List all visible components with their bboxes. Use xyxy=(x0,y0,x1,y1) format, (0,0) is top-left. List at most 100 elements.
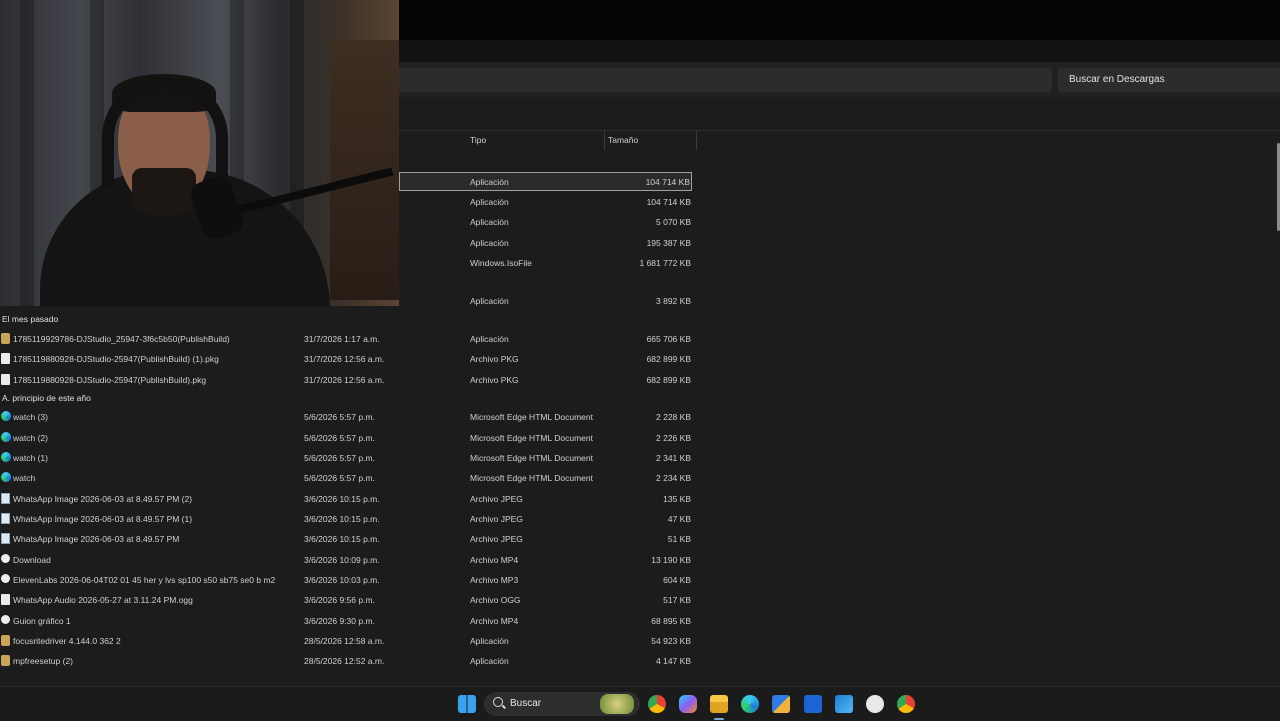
path-field[interactable] xyxy=(392,68,1052,92)
file-size: 51 KB xyxy=(667,534,691,544)
file-size: 104 714 KB xyxy=(645,177,690,187)
headphones xyxy=(102,78,228,188)
file-size: 4 147 KB xyxy=(656,656,691,666)
taskbar-search-label: Buscar xyxy=(510,698,542,709)
file-type: Microsoft Edge HTML Document xyxy=(470,473,593,483)
file-type: Aplicación xyxy=(470,197,509,207)
file-size: 135 KB xyxy=(663,494,691,504)
file-icon xyxy=(1,353,10,364)
group-header-last-month[interactable]: El mes pasado xyxy=(2,314,58,324)
edge-icon xyxy=(1,452,11,462)
file-type: Microsoft Edge HTML Document xyxy=(470,412,593,422)
image-icon xyxy=(1,493,10,504)
file-date: 3/6/2026 9:30 p.m. xyxy=(304,616,375,626)
file-type: Windows.IsoFile xyxy=(470,258,532,268)
table-row[interactable]: Guion gráfico 1 3/6/2026 9:30 p.m. Archi… xyxy=(0,612,700,631)
file-name: Guion gráfico 1 xyxy=(13,616,71,626)
column-header-size[interactable]: Tamaño xyxy=(608,130,638,150)
file-name: watch (1) xyxy=(13,453,48,463)
file-size: 517 KB xyxy=(663,595,691,605)
file-row-selected[interactable]: Aplicación 104 714 KB xyxy=(399,172,692,191)
image-icon xyxy=(1,533,10,544)
table-row[interactable]: 1785119880928-DJStudio-25947(PublishBuil… xyxy=(0,371,700,390)
file-date: 3/6/2026 9:56 p.m. xyxy=(304,595,375,605)
video-icon xyxy=(1,615,10,624)
column-divider[interactable] xyxy=(696,130,697,150)
file-date: 31/7/2026 1:17 a.m. xyxy=(304,334,380,344)
file-icon xyxy=(1,374,10,385)
file-date: 3/6/2026 10:15 p.m. xyxy=(304,514,380,524)
file-type: Microsoft Edge HTML Document xyxy=(470,433,593,443)
column-header-type-label: Tipo xyxy=(470,135,487,145)
table-row[interactable]: Download 3/6/2026 10:09 p.m. Archivo MP4… xyxy=(0,551,700,570)
outlook-icon[interactable] xyxy=(835,695,853,713)
file-type: Archivo PKG xyxy=(470,375,519,385)
file-explorer-icon[interactable] xyxy=(710,695,728,713)
file-name: Download xyxy=(13,555,51,565)
file-type: Aplicación xyxy=(470,334,509,344)
table-row[interactable]: watch (3) 5/6/2026 5:57 p.m. Microsoft E… xyxy=(0,408,700,427)
image-icon xyxy=(1,513,10,524)
file-type: Microsoft Edge HTML Document xyxy=(470,453,593,463)
file-name: watch xyxy=(13,473,36,483)
file-date: 31/7/2026 12:56 a.m. xyxy=(304,375,385,385)
chrome-profile-icon[interactable] xyxy=(897,695,915,713)
video-icon xyxy=(1,554,10,563)
taskbar: Buscar xyxy=(0,686,1280,721)
file-size: 47 KB xyxy=(667,514,691,524)
windows-start-icon[interactable] xyxy=(458,695,476,713)
file-type: Archivo MP3 xyxy=(470,575,519,585)
table-row[interactable]: focusritedriver 4.144.0 362 2 28/5/2026 … xyxy=(0,632,700,651)
file-name: WhatsApp Image 2026-06-03 at 8.49.57 PM xyxy=(13,534,180,544)
table-row[interactable]: 1785119880928-DJStudio-25947(PublishBuil… xyxy=(0,350,700,369)
edge-icon[interactable] xyxy=(741,695,759,713)
file-size: 682 899 KB xyxy=(646,375,691,385)
file-date: 3/6/2026 10:15 p.m. xyxy=(304,534,380,544)
table-row[interactable]: 1785119929786-DJStudio_25947-3f6c5b50(Pu… xyxy=(0,330,700,349)
file-size: 604 KB xyxy=(663,575,691,585)
chrome-icon[interactable] xyxy=(648,695,666,713)
table-row[interactable]: WhatsApp Image 2026-06-03 at 8.49.57 PM … xyxy=(0,490,700,509)
file-name: mpfreesetup (2) xyxy=(13,656,73,666)
table-row[interactable]: watch (1) 5/6/2026 5:57 p.m. Microsoft E… xyxy=(0,449,700,468)
taskbar-search[interactable]: Buscar xyxy=(484,692,640,716)
notification-app-icon[interactable] xyxy=(866,695,884,713)
file-date: 5/6/2026 5:57 p.m. xyxy=(304,412,375,422)
column-header-type[interactable]: Tipo xyxy=(470,130,486,150)
file-type: Archivo MP4 xyxy=(470,555,519,565)
file-name: focusritedriver 4.144.0 362 2 xyxy=(13,636,121,646)
group-header-this-year[interactable]: A. principio de este año xyxy=(2,393,91,403)
search-icon xyxy=(493,697,503,707)
file-type: Aplicación xyxy=(470,217,509,227)
table-row[interactable]: mpfreesetup (2) 28/5/2026 12:52 a.m. Apl… xyxy=(0,652,700,671)
table-row[interactable]: WhatsApp Audio 2026-05-27 at 3.11.24 PM.… xyxy=(0,591,700,610)
search-box[interactable]: Buscar en Descargas xyxy=(1058,68,1280,92)
file-type: Archivo JPEG xyxy=(470,494,523,504)
file-type: Archivo JPEG xyxy=(470,534,523,544)
app-icon[interactable] xyxy=(804,695,822,713)
file-size: 13 190 KB xyxy=(651,555,691,565)
edge-icon xyxy=(1,472,11,482)
table-row[interactable]: watch 5/6/2026 5:57 p.m. Microsoft Edge … xyxy=(0,469,700,488)
file-type: Aplicación xyxy=(470,238,509,248)
file-size: 2 234 KB xyxy=(656,473,691,483)
file-type: Archivo PKG xyxy=(470,354,519,364)
file-date: 3/6/2026 10:15 p.m. xyxy=(304,494,380,504)
table-row[interactable]: WhatsApp Image 2026-06-03 at 8.49.57 PM … xyxy=(0,530,700,549)
file-date: 5/6/2026 5:57 p.m. xyxy=(304,453,375,463)
file-name: watch (2) xyxy=(13,433,48,443)
file-date: 5/6/2026 5:57 p.m. xyxy=(304,433,375,443)
table-row[interactable]: ElevenLabs 2026-06-04T02 01 45 her y lvs… xyxy=(0,571,700,590)
microsoft-store-icon[interactable] xyxy=(772,695,790,713)
file-name: WhatsApp Image 2026-06-03 at 8.49.57 PM … xyxy=(13,514,193,524)
table-row[interactable]: WhatsApp Image 2026-06-03 at 8.49.57 PM … xyxy=(0,510,700,529)
column-divider[interactable] xyxy=(604,130,605,150)
file-size: 2 341 KB xyxy=(656,453,691,463)
table-row[interactable]: watch (2) 5/6/2026 5:57 p.m. Microsoft E… xyxy=(0,429,700,448)
copilot-icon[interactable] xyxy=(679,695,697,713)
file-size: 54 923 KB xyxy=(651,636,691,646)
file-type: Aplicación xyxy=(470,656,509,666)
file-name: 1785119929786-DJStudio_25947-3f6c5b50(Pu… xyxy=(13,334,230,344)
curtain-fold xyxy=(20,0,34,306)
file-type: Aplicación xyxy=(470,296,509,306)
